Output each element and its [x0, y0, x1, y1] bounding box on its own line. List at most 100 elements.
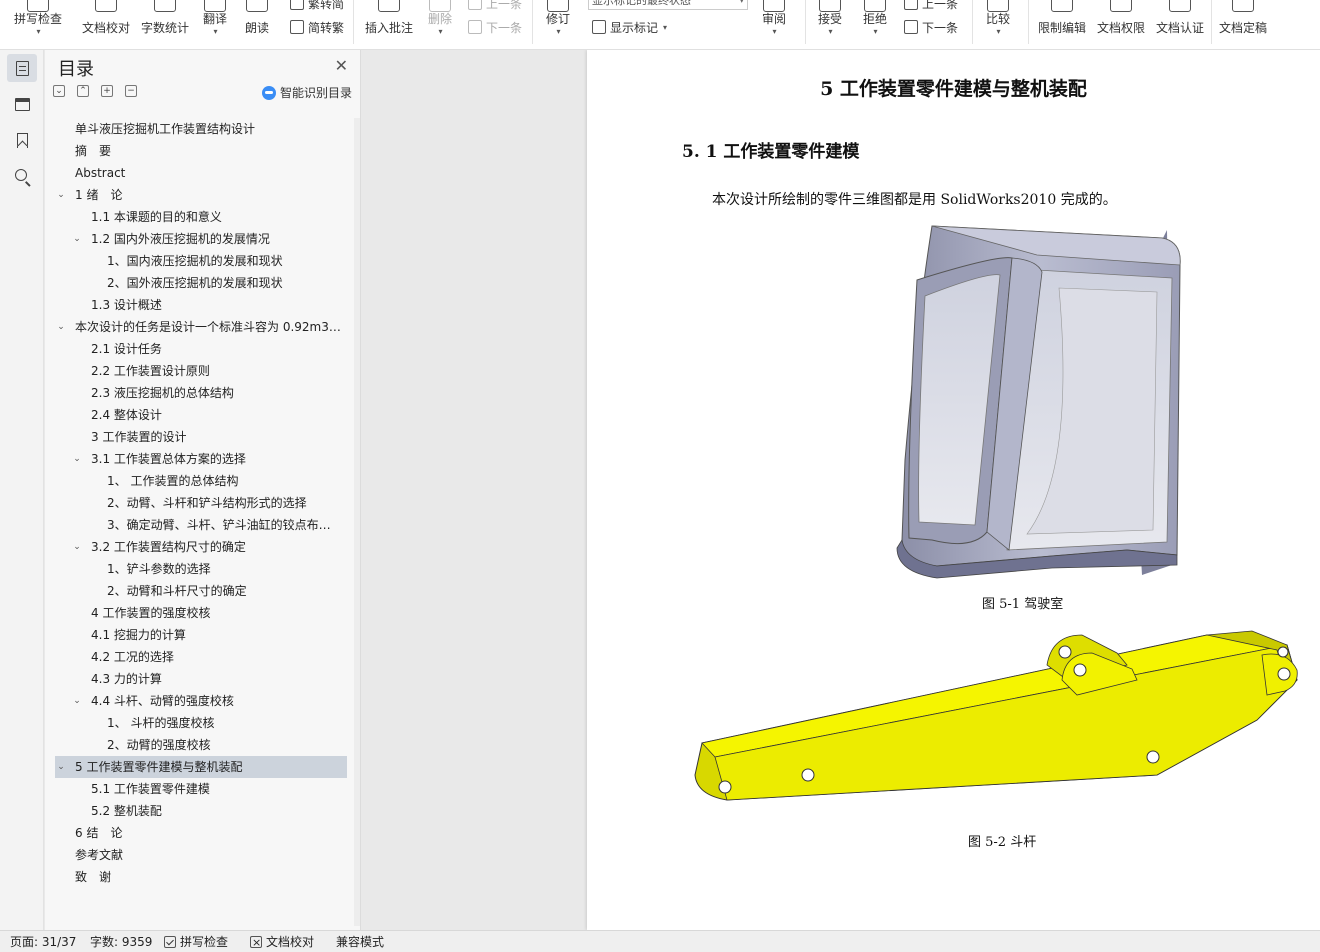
toc-item[interactable]: 2.3 液压挖掘机的总体结构 — [55, 382, 347, 404]
toc-item[interactable]: 5.1 工作装置零件建模 — [55, 778, 347, 800]
toc-item[interactable]: 4.1 挖掘力的计算 — [55, 624, 347, 646]
toc-item[interactable]: ⌄ 5 工作装置零件建模与整机装配 — [55, 756, 347, 778]
show-markup-icon — [592, 20, 606, 34]
chevron-down-icon[interactable]: ⌄ — [71, 690, 83, 712]
search-pane-button[interactable] — [7, 162, 37, 190]
expand-all-icon[interactable]: ⌄ — [53, 85, 65, 97]
doc-certify-button[interactable]: 文档认证 — [1154, 0, 1206, 49]
chevron-down-icon[interactable]: ⌄ — [71, 536, 83, 558]
simp-to-trad-button[interactable]: 简转繁 — [290, 18, 344, 36]
trad-to-simp-button[interactable]: 繁转简 — [290, 0, 344, 12]
toc-item[interactable]: 4 工作装置的强度校核 — [55, 602, 347, 624]
review-button[interactable]: 审阅 — [756, 0, 792, 49]
toc-item[interactable]: Abstract — [55, 162, 347, 184]
toc-item[interactable]: 6 结 论 — [55, 822, 347, 844]
toc-item[interactable]: 4.2 工况的选择 — [55, 646, 347, 668]
wordcount-button[interactable]: 字数统计 — [139, 0, 191, 49]
toc-item-label: 致 谢 — [75, 870, 112, 884]
toc-item-label: 2.4 整体设计 — [91, 408, 162, 422]
toc-scrollbar[interactable] — [354, 118, 360, 926]
add-level-icon[interactable]: + — [101, 85, 113, 97]
compare-button[interactable]: 比较 — [980, 0, 1016, 49]
toc-item[interactable]: 2.1 设计任务 — [55, 338, 347, 360]
delete-comment-button[interactable]: 删除 — [422, 0, 458, 49]
toc-item[interactable]: 1、 工作装置的总体结构 — [55, 470, 347, 492]
status-proofread-label: 文档校对 — [266, 935, 315, 949]
toc-item[interactable]: 2.2 工作装置设计原则 — [55, 360, 347, 382]
spellcheck-button[interactable]: 拼写检查 — [10, 0, 66, 49]
delete-comment-label: 删除 — [427, 12, 452, 26]
toc-item[interactable]: 1、国内液压挖掘机的发展和现状 — [55, 250, 347, 272]
toc-item[interactable]: 1.1 本课题的目的和意义 — [55, 206, 347, 228]
chevron-down-icon[interactable]: ⌄ — [71, 448, 83, 470]
toc-item[interactable]: ⌄ 3.2 工作装置结构尺寸的确定 — [55, 536, 347, 558]
toc-item[interactable]: 2、动臂、斗杆和铲斗结构形式的选择 — [55, 492, 347, 514]
toc-item[interactable]: 1、 斗杆的强度校核 — [55, 712, 347, 734]
prev-change-button[interactable]: 上一条 — [904, 0, 958, 12]
toc-item[interactable]: 1、铲斗参数的选择 — [55, 558, 347, 580]
chapter-icon — [14, 97, 30, 111]
toc-item[interactable]: 4.3 力的计算 — [55, 668, 347, 690]
toc-item[interactable]: 参考文献 — [55, 844, 347, 866]
bookmark-icon — [16, 132, 28, 148]
next-change-button[interactable]: 下一条 — [904, 18, 958, 36]
restrict-edit-label: 限制编辑 — [1037, 21, 1086, 35]
next-comment-button[interactable]: 下一条 — [468, 18, 522, 36]
document-page[interactable]: 5 工作装置零件建模与整机装配 5. 1 工作装置零件建模 本次设计所绘制的零件… — [587, 50, 1320, 930]
toc-item[interactable]: 2、动臂和斗杆尺寸的确定 — [55, 580, 347, 602]
read-aloud-button[interactable]: 朗读 — [242, 0, 272, 49]
toc-item[interactable]: ⌄ 3.1 工作装置总体方案的选择 — [55, 448, 347, 470]
toc-item[interactable]: 致 谢 — [55, 866, 347, 888]
insert-comment-button[interactable]: 插入批注 — [363, 0, 415, 49]
markup-state-select[interactable]: 显示标记的最终状态 — [588, 0, 748, 10]
wordcount-icon — [154, 0, 176, 12]
status-proofread-button[interactable]: 文档校对 — [250, 931, 314, 952]
toc-item[interactable]: 3、确定动臂、斗杆、铲斗油缸的铰点布置方案 — [55, 514, 347, 536]
collapse-all-icon[interactable]: ⌃ — [77, 85, 89, 97]
toc-item[interactable]: ⌄ 1 绪 论 — [55, 184, 347, 206]
toc-item[interactable]: 5.2 整机装配 — [55, 800, 347, 822]
remove-level-icon[interactable]: − — [125, 85, 137, 97]
show-markup-label: 显示标记 — [610, 20, 659, 35]
toc-item[interactable]: 1.3 设计概述 — [55, 294, 347, 316]
revise-button[interactable]: 修订 — [540, 0, 576, 49]
toc-item[interactable]: 3 工作装置的设计 — [55, 426, 347, 448]
close-icon[interactable]: ✕ — [335, 56, 348, 75]
toc-item[interactable]: 单斗液压挖掘机工作装置结构设计 — [55, 118, 347, 140]
restrict-edit-button[interactable]: 限制编辑 — [1036, 0, 1088, 49]
toc-item[interactable]: ⌄ 本次设计的任务是设计一个标准斗容为 0.92m3 的单斗液压挖掘机工作装置 — [55, 316, 347, 338]
chevron-down-icon[interactable]: ⌄ — [55, 316, 67, 338]
prev-comment-button[interactable]: 上一条 — [468, 0, 522, 12]
page-indicator[interactable]: 页面: 31/37 — [10, 931, 76, 952]
bookmark-pane-button[interactable] — [7, 126, 37, 154]
show-markup-button[interactable]: 显示标记 — [592, 18, 667, 36]
toc-item-label: 单斗液压挖掘机工作装置结构设计 — [75, 122, 256, 136]
toc-pane-button[interactable] — [7, 54, 37, 82]
status-spellcheck-button[interactable]: 拼写检查 — [164, 931, 228, 952]
toc-item[interactable]: ⌄ 4.4 斗杆、动臂的强度校核 — [55, 690, 347, 712]
toc-item[interactable]: 摘 要 — [55, 140, 347, 162]
toc-item[interactable]: ⌄ 1.2 国内外液压挖掘机的发展情况 — [55, 228, 347, 250]
review-label: 审阅 — [761, 12, 786, 26]
chevron-down-icon[interactable]: ⌄ — [55, 756, 67, 778]
chapter-pane-button[interactable] — [7, 90, 37, 118]
proofread-button[interactable]: 文档校对 — [80, 0, 132, 49]
toc-item[interactable]: 2.4 整体设计 — [55, 404, 347, 426]
ribbon-divider — [1028, 0, 1029, 44]
trad-to-simp-label: 繁转简 — [308, 0, 345, 11]
doc-permission-button[interactable]: 文档权限 — [1095, 0, 1147, 49]
word-count-indicator[interactable]: 字数: 9359 — [90, 931, 152, 952]
toc-item-label: 4.4 斗杆、动臂的强度校核 — [91, 694, 234, 708]
toc-item[interactable]: 2、国外液压挖掘机的发展和现状 — [55, 272, 347, 294]
prev-comment-label: 上一条 — [486, 0, 523, 11]
reject-button[interactable]: 拒绝 — [857, 0, 893, 49]
smart-toc-button[interactable]: 智能识别目录 — [261, 84, 352, 101]
doc-finalize-button[interactable]: 文档定稿 — [1217, 0, 1269, 49]
chevron-down-icon[interactable]: ⌄ — [71, 228, 83, 250]
review-icon — [763, 0, 785, 12]
accept-button[interactable]: 接受 — [812, 0, 848, 49]
toc-item[interactable]: 2、动臂的强度校核 — [55, 734, 347, 756]
chevron-down-icon[interactable]: ⌄ — [55, 184, 67, 206]
translate-button[interactable]: 翻译 — [197, 0, 233, 49]
next-comment-label: 下一条 — [486, 20, 523, 35]
